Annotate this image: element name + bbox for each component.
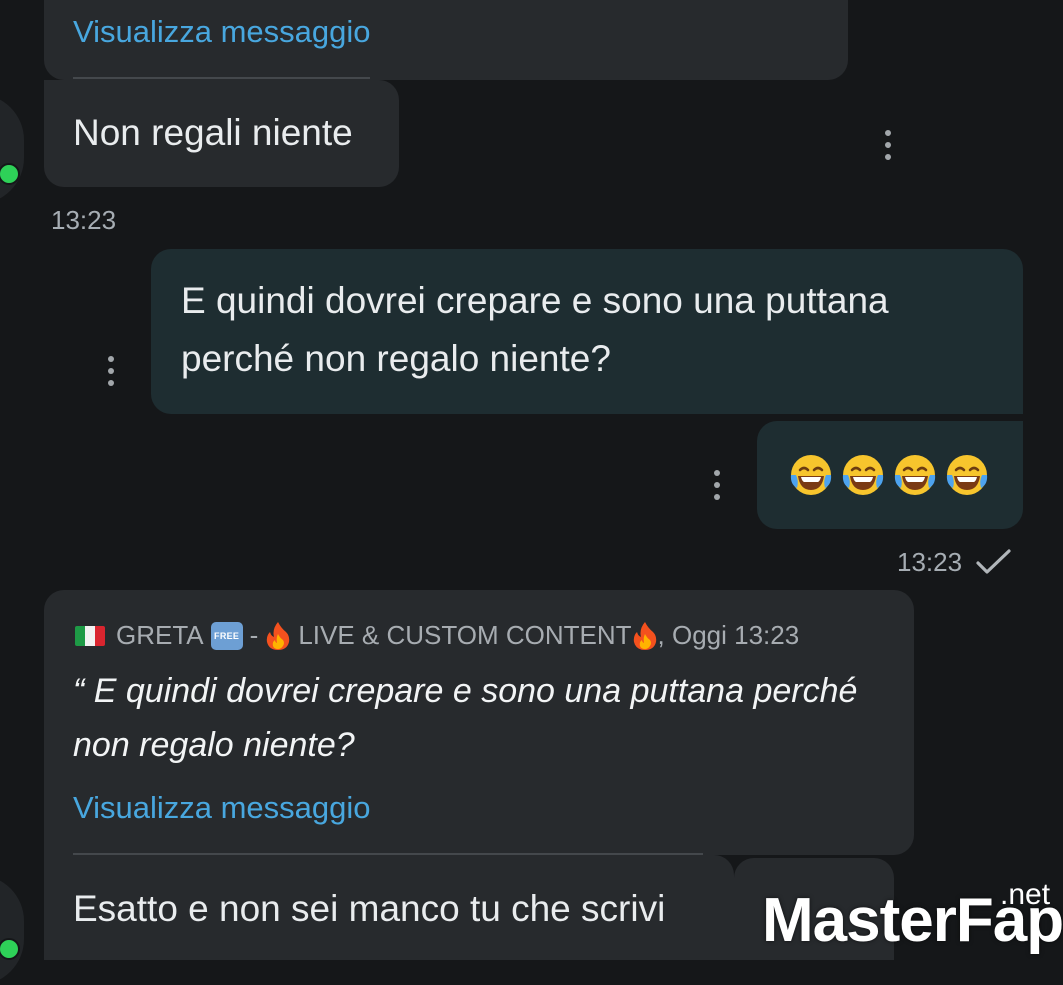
message-time: 13:23 [897,547,963,577]
header-separator: - [249,620,259,650]
message-time: 13:23 [51,205,117,235]
message-text: Non regali niente [73,112,353,153]
free-badge-icon: FREE [210,621,243,650]
sender-name: GRETA [116,620,204,650]
fire-icon [633,621,656,650]
italy-flag-icon [75,625,105,646]
message-text: Esatto e non sei manco tu che scrivi [73,888,666,929]
laughing-tears-emoji-icon [946,455,988,495]
single-check-icon [976,549,1011,574]
avatar[interactable] [0,875,24,985]
view-message-link[interactable]: Visualizza messaggio [73,792,371,823]
reply-header: GRETA FREE - LIVE & CUSTOM CONTENT , Ogg… [75,620,799,651]
channel-name: LIVE & CUSTOM CONTENT [298,620,632,650]
watermark-tld: .net [1000,878,1051,911]
laughing-tears-emoji-icon [894,455,936,495]
view-message-link[interactable]: Visualizza messaggio [73,16,371,47]
more-options-icon[interactable] [712,470,722,500]
fire-icon [267,621,290,650]
more-options-icon[interactable] [106,356,116,386]
more-options-icon[interactable] [883,130,893,160]
avatar[interactable] [0,94,24,204]
divider [73,77,370,79]
message-text: E quindi dovrei crepare e sono una putta… [181,280,889,380]
quoted-message: “ E quindi dovrei crepare e sono una put… [73,672,858,765]
watermark-brand-a: Master [762,886,957,955]
reply-timestamp: , Oggi 13:23 [657,620,800,650]
laughing-tears-emoji-icon [842,455,884,495]
laughing-tears-emoji-icon [790,455,832,495]
emoji-row [788,452,996,498]
